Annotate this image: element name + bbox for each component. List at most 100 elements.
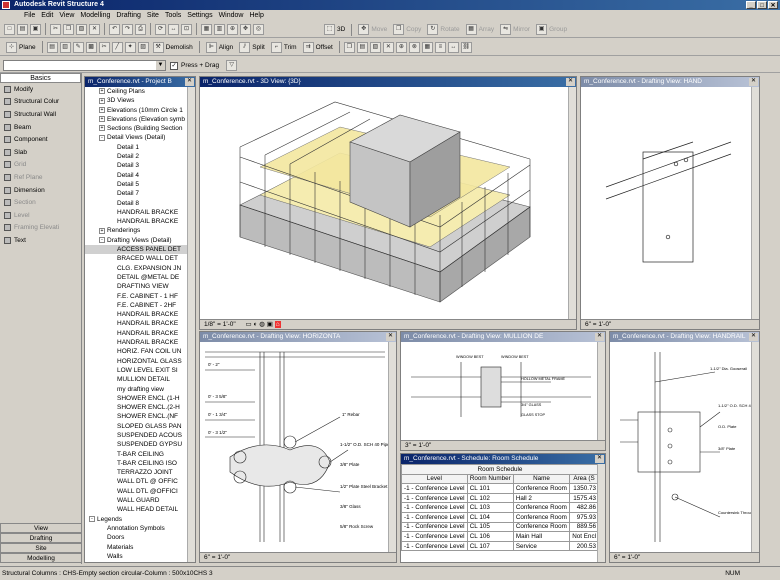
menu-file[interactable]: File xyxy=(24,10,35,21)
expand-icon[interactable]: + xyxy=(99,116,105,123)
copy-icon[interactable]: ❐ xyxy=(63,23,74,35)
table-cell[interactable]: -1 - Conference Level xyxy=(401,502,468,513)
tree-item[interactable]: Detail 5 xyxy=(85,180,195,189)
expand-icon[interactable]: + xyxy=(99,227,105,234)
filter-icon[interactable]: ▽ xyxy=(226,60,238,71)
handrail2-detail-drawing[interactable]: 1-1/2" Dia. Gooserail 1-1/2" O.D. SCH 40 … xyxy=(610,342,753,554)
properties-icon[interactable]: ▦ xyxy=(201,23,212,35)
linework-icon[interactable]: ╱ xyxy=(111,41,123,53)
tree-item[interactable]: DRAFTING VIEW xyxy=(85,282,195,291)
tree-item[interactable]: Detail 8 xyxy=(85,199,195,208)
design-bar-item-structural-colur[interactable]: Structural Colur xyxy=(0,96,81,109)
tree-item[interactable]: HANDRAIL BRACKE xyxy=(85,217,195,226)
delete-icon[interactable]: ✕ xyxy=(89,23,100,35)
view-properties-icon[interactable]: ▦ xyxy=(421,41,433,53)
schedule-column-header[interactable]: Level xyxy=(401,473,468,485)
table-cell[interactable]: CL 107 xyxy=(466,540,514,552)
tree-item[interactable]: WALL HEAD DETAIL xyxy=(85,505,195,514)
measure-icon[interactable]: ↔ xyxy=(447,41,459,53)
menu-window[interactable]: Window xyxy=(219,10,244,21)
3d-view-button[interactable]: ⬚ 3D xyxy=(322,24,347,35)
tree-item[interactable]: Doors xyxy=(85,533,195,542)
table-cell[interactable]: -1 - Conference Level xyxy=(401,511,468,523)
plane-button[interactable]: ⊹ Plane xyxy=(4,41,38,53)
cut-icon[interactable]: ✂ xyxy=(50,23,61,35)
join-icon[interactable]: ▩ xyxy=(85,41,97,53)
table-cell[interactable]: -1 - Conference Level xyxy=(401,531,468,542)
menu-modelling[interactable]: Modelling xyxy=(80,10,110,21)
menu-view[interactable]: View xyxy=(59,10,74,21)
collapse-icon[interactable]: - xyxy=(99,237,105,244)
redo-icon[interactable]: ↷ xyxy=(122,23,133,35)
tree-item[interactable]: + Elevations (10mm Circle 1 xyxy=(85,106,195,115)
view-handrail2-scrollbar[interactable] xyxy=(751,342,759,552)
table-row[interactable]: -1 - Conference Level CL 102 Hall 2 1575.43 xyxy=(401,492,599,504)
open-icon[interactable]: ▤ xyxy=(17,23,28,35)
table-cell[interactable]: Hall 2 xyxy=(512,492,571,504)
menu-tools[interactable]: Tools xyxy=(165,10,181,21)
linked-icon[interactable]: ⛓ xyxy=(460,41,472,53)
table-cell[interactable]: 889.56 xyxy=(569,521,599,533)
table-row[interactable]: -1 - Conference Level CL 101 Conference Ro… xyxy=(401,483,599,494)
revit-app-icon[interactable] xyxy=(2,1,10,9)
expand-icon[interactable]: + xyxy=(99,97,105,104)
design-bar-item-section[interactable]: Section xyxy=(0,196,81,209)
mullion-detail-drawing[interactable]: WINDOW BEST WINDOW BEST HOLLOW METAL FRAME… xyxy=(401,342,599,442)
schedule-scrollbar[interactable] xyxy=(597,464,605,562)
expand-icon[interactable]: + xyxy=(99,88,105,95)
view-scale[interactable]: 6" = 1'-0" xyxy=(204,554,230,561)
tree-item[interactable]: + Ceiling Plans xyxy=(85,87,195,96)
demolish-button[interactable]: ⚒ Demolish xyxy=(151,41,195,53)
table-cell[interactable]: Conference Room xyxy=(512,521,571,533)
tree-item[interactable]: Detail 1 xyxy=(85,143,195,152)
tree-item[interactable]: T-BAR CEILING ISO xyxy=(85,459,195,468)
close-icon[interactable]: ✕ xyxy=(749,78,758,86)
expand-icon[interactable]: + xyxy=(99,125,105,132)
pin-icon[interactable]: ⊕ xyxy=(395,41,407,53)
tree-item[interactable]: Materials xyxy=(85,543,195,552)
split-button[interactable]: ⫽ Split xyxy=(237,41,267,53)
close-icon[interactable]: ✕ xyxy=(595,455,604,463)
tree-item[interactable]: HANDRAIL BRACKE xyxy=(85,329,195,338)
tree-item[interactable]: HANDRAIL BRACKE xyxy=(85,338,195,347)
tree-item[interactable]: WALL DTL @OFFICI xyxy=(85,487,195,496)
table-cell[interactable]: -1 - Conference Level xyxy=(401,521,468,533)
tree-item[interactable]: WALL GUARD xyxy=(85,496,195,505)
tree-item[interactable]: HANDRAIL BRACKE xyxy=(85,310,195,319)
tree-item[interactable]: MULLION DETAIL xyxy=(85,375,195,384)
design-bar-item-level[interactable]: Level xyxy=(0,209,81,222)
match-icon[interactable]: ✦ xyxy=(124,41,136,53)
mirror-button[interactable]: ⇋ Mirror xyxy=(498,24,532,35)
table-cell[interactable]: CL 101 xyxy=(466,483,514,494)
menu-site[interactable]: Site xyxy=(147,10,159,21)
maximize-button[interactable]: □ xyxy=(757,1,767,9)
tree-item[interactable]: SHOWER ENCL (1-H xyxy=(85,394,195,403)
array-button[interactable]: ▦ Array xyxy=(464,24,497,35)
close-icon[interactable]: ✕ xyxy=(595,333,604,341)
design-bar-item-component[interactable]: Component xyxy=(0,133,81,146)
thin-lines-icon[interactable]: ≡ xyxy=(434,41,446,53)
table-cell[interactable]: Not Encl xyxy=(569,531,599,542)
tree-item[interactable]: SUSPENDED ACOUS xyxy=(85,431,195,440)
design-bar-tab-modelling[interactable]: Modelling xyxy=(0,553,82,563)
table-row[interactable]: -1 - Conference Level CL 103 Conference Ro… xyxy=(401,502,599,513)
design-bar-item-text[interactable]: Text xyxy=(0,234,81,247)
close-icon[interactable]: ✕ xyxy=(185,78,194,86)
close-icon[interactable]: ✕ xyxy=(566,78,575,86)
model-graphics-icon[interactable]: ◐ xyxy=(253,321,257,328)
tree-item[interactable]: Detail 2 xyxy=(85,152,195,161)
table-cell[interactable]: Conference Room xyxy=(512,502,571,513)
tree-item[interactable]: + Elevations (Elevation symb xyxy=(85,115,195,124)
view-scale[interactable]: 1/8" = 1'-0" xyxy=(204,321,236,328)
table-cell[interactable]: 975.93 xyxy=(569,511,599,523)
cut-icon[interactable]: ✂ xyxy=(98,41,110,53)
collapse-icon[interactable]: - xyxy=(99,134,105,141)
tree-item[interactable]: HORIZONTAL GLASS xyxy=(85,357,195,366)
tree-item[interactable]: CLG. EXPANSION JN xyxy=(85,264,195,273)
paste-icon[interactable]: ▤ xyxy=(356,41,368,53)
dimension-icon[interactable]: ↔ xyxy=(168,23,179,35)
handrail-detail-drawing[interactable] xyxy=(581,87,753,321)
tree-item[interactable]: - Detail Views (Detail) xyxy=(85,133,195,142)
paste-aligned-icon[interactable]: ▧ xyxy=(369,41,381,53)
table-cell[interactable]: CL 106 xyxy=(466,531,514,542)
